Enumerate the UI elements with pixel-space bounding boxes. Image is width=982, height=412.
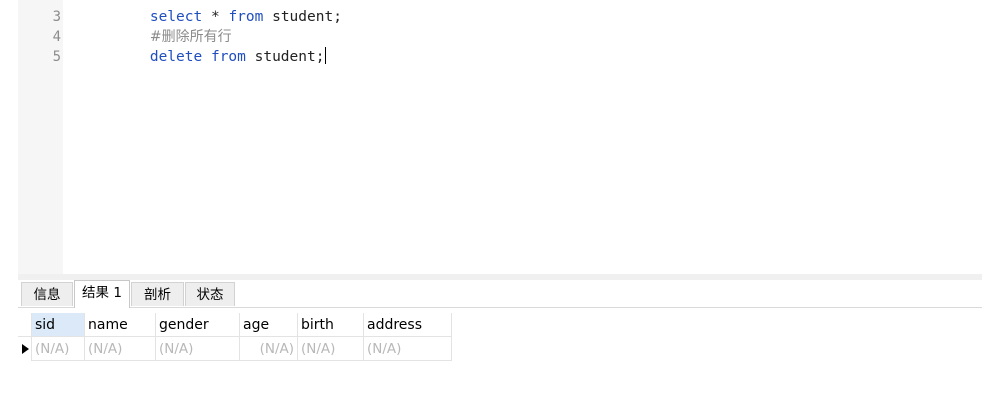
tab-result-1[interactable]: 结果 1 <box>74 280 130 308</box>
tab-status[interactable]: 状态 <box>185 282 235 306</box>
cell-age[interactable]: (N/A) <box>240 337 298 361</box>
row-indicator[interactable] <box>18 337 32 361</box>
tab-profile[interactable]: 剖析 <box>131 282 184 306</box>
cell-address[interactable]: (N/A) <box>364 337 452 361</box>
cell-sid[interactable]: (N/A) <box>32 337 85 361</box>
line-number: 5 <box>52 49 61 65</box>
current-row-arrow-icon <box>22 344 29 354</box>
column-header-age[interactable]: age <box>240 313 298 337</box>
sql-text: student; <box>245 49 325 65</box>
line-number: 4 <box>52 29 61 45</box>
cell-birth[interactable]: (N/A) <box>298 337 364 361</box>
cell-name[interactable]: (N/A) <box>85 337 156 361</box>
sql-keyword: from <box>210 49 246 65</box>
column-header-gender[interactable]: gender <box>156 313 240 337</box>
code-line-3[interactable]: 3 select * from student; <box>53 0 342 25</box>
text-caret <box>325 47 327 64</box>
code-area[interactable]: 3 select * from student; 4 #删除所有行 5 delete … <box>53 0 342 65</box>
sql-editor[interactable]: 3 select * from student; 4 #删除所有行 5 delete … <box>18 0 982 274</box>
column-header-name[interactable]: name <box>85 313 156 337</box>
code-line-4[interactable]: 4 #删除所有行 <box>53 7 342 45</box>
result-tab-strip: 信息 结果 1 剖析 状态 <box>18 280 982 308</box>
cell-gender[interactable]: (N/A) <box>156 337 240 361</box>
tab-info[interactable]: 信息 <box>21 282 73 306</box>
code-line-5[interactable]: 5 delete from student; <box>53 27 342 65</box>
row-indicator-header <box>18 313 32 337</box>
column-header-sid[interactable]: sid <box>32 313 85 337</box>
sql-query-window: 3 select * from student; 4 #删除所有行 5 delete … <box>0 0 982 412</box>
line-number: 3 <box>52 9 61 25</box>
column-header-address[interactable]: address <box>364 313 452 337</box>
sql-keyword: delete <box>149 49 203 65</box>
column-header-birth[interactable]: birth <box>298 313 364 337</box>
